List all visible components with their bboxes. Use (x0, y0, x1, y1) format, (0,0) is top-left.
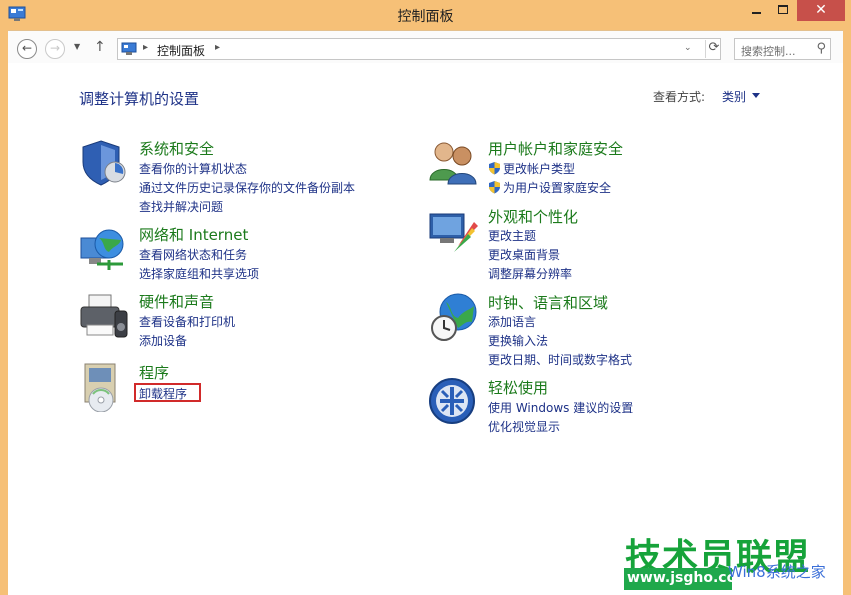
link-screen-resolution[interactable]: 调整屏幕分辨率 (488, 265, 572, 282)
content-area: 调整计算机的设置 查看方式: 类别 系统和安全 查看你的计算机状态 通过文件历史… (8, 63, 843, 595)
search-icon[interactable]: ⚲ (816, 41, 826, 56)
ease-of-access-icon[interactable] (428, 377, 478, 427)
uac-shield-icon (489, 181, 500, 194)
network-internet-icon[interactable] (79, 224, 129, 274)
category-title[interactable]: 用户帐户和家庭安全 (488, 138, 623, 159)
category-title[interactable]: 系统和安全 (139, 138, 214, 159)
title-bar[interactable]: 控制面板 ✕ (0, 0, 851, 30)
close-button[interactable]: ✕ (797, 0, 845, 21)
search-box[interactable]: 搜索控制... ⚲ (734, 38, 831, 60)
category-hardware-sound: 硬件和声音 查看设备和打印机 添加设备 (79, 291, 399, 351)
maximize-icon (778, 5, 788, 14)
view-by-dropdown[interactable]: 类别 (722, 88, 746, 105)
category-title[interactable]: 网络和 Internet (139, 224, 248, 245)
category-title[interactable]: 外观和个性化 (488, 206, 578, 227)
breadcrumb-control-panel[interactable]: 控制面板 (157, 42, 205, 59)
refresh-button[interactable]: ⟳ (705, 40, 722, 58)
hardware-sound-icon[interactable] (79, 291, 129, 341)
category-title[interactable]: 硬件和声音 (139, 291, 214, 312)
view-by-label: 查看方式: (653, 90, 706, 104)
minimize-button[interactable] (742, 0, 770, 21)
recent-locations-icon[interactable]: ▼ (74, 42, 80, 51)
breadcrumb-separator-icon[interactable]: ▸ (215, 42, 220, 53)
category-appearance: 外观和个性化 更改主题 更改桌面背景 调整屏幕分辨率 (428, 206, 748, 286)
link-network-status[interactable]: 查看网络状态和任务 (139, 246, 247, 263)
control-panel-window: 控制面板 ✕ ← → ▼ ↑ ▸ 控制面板 ▸ ⌄ ⟳ 搜索控制... ⚲ 调整… (0, 0, 851, 595)
search-placeholder: 搜索控制... (741, 45, 796, 58)
uac-shield-icon (489, 162, 500, 175)
category-network-internet: 网络和 Internet 查看网络状态和任务 选择家庭组和共享选项 (79, 224, 399, 284)
category-title[interactable]: 程序 (139, 362, 169, 383)
system-security-icon[interactable] (79, 138, 129, 188)
navigation-bar: ← → ▼ ↑ ▸ 控制面板 ▸ ⌄ ⟳ 搜索控制... ⚲ (8, 30, 843, 63)
clock-language-icon[interactable] (428, 292, 478, 342)
link-change-input-method[interactable]: 更换输入法 (488, 332, 548, 349)
maximize-button[interactable] (770, 0, 797, 21)
category-system-security: 系统和安全 查看你的计算机状态 通过文件历史记录保存你的文件备份副本 查找并解决… (79, 138, 399, 218)
category-user-accounts: 用户帐户和家庭安全 更改帐户类型 为用户设置家庭安全 (428, 138, 748, 198)
page-heading: 调整计算机的设置 (79, 90, 200, 108)
category-title[interactable]: 时钟、语言和区域 (488, 292, 608, 313)
highlight-box (134, 383, 201, 402)
programs-icon[interactable] (79, 362, 129, 412)
link-family-safety[interactable]: 为用户设置家庭安全 (503, 179, 611, 196)
link-recommended-settings[interactable]: 使用 Windows 建议的设置 (488, 399, 633, 416)
watermark: 技术员联盟 www.jsgho.com Win8系统之家 (617, 528, 851, 595)
breadcrumb-separator-icon[interactable]: ▸ (143, 42, 148, 53)
link-desktop-background[interactable]: 更改桌面背景 (488, 246, 560, 263)
close-icon: ✕ (815, 2, 827, 18)
category-clock-language-region: 时钟、语言和区域 添加语言 更换输入法 更改日期、时间或数字格式 (428, 292, 748, 372)
view-by-arrow-icon[interactable] (752, 93, 760, 98)
link-view-computer-status[interactable]: 查看你的计算机状态 (139, 160, 247, 177)
control-panel-icon (121, 42, 137, 55)
address-bar[interactable]: ▸ 控制面板 ▸ ⌄ ⟳ (117, 38, 721, 60)
category-ease-of-access: 轻松使用 使用 Windows 建议的设置 优化视觉显示 (428, 377, 748, 437)
link-add-language[interactable]: 添加语言 (488, 313, 536, 330)
link-optimize-visual-display[interactable]: 优化视觉显示 (488, 418, 560, 435)
back-button[interactable]: ← (17, 39, 37, 59)
up-button[interactable]: ↑ (94, 39, 106, 55)
link-devices-printers[interactable]: 查看设备和打印机 (139, 313, 235, 330)
category-title[interactable]: 轻松使用 (488, 377, 548, 398)
category-programs: 程序 卸载程序 (79, 362, 399, 412)
link-file-history-backup[interactable]: 通过文件历史记录保存你的文件备份副本 (139, 179, 355, 196)
link-change-theme[interactable]: 更改主题 (488, 227, 536, 244)
link-homegroup-sharing[interactable]: 选择家庭组和共享选项 (139, 265, 259, 282)
link-troubleshoot[interactable]: 查找并解决问题 (139, 198, 223, 215)
appearance-icon[interactable] (428, 206, 478, 256)
minimize-icon (752, 12, 761, 14)
link-date-time-format[interactable]: 更改日期、时间或数字格式 (488, 351, 632, 368)
watermark-overlay-text: Win8系统之家 (728, 563, 826, 581)
link-change-account-type[interactable]: 更改帐户类型 (503, 160, 575, 177)
link-add-device[interactable]: 添加设备 (139, 332, 187, 349)
forward-button[interactable]: → (45, 39, 65, 59)
window-title: 控制面板 (397, 9, 454, 25)
address-dropdown-icon[interactable]: ⌄ (684, 43, 692, 53)
user-accounts-icon[interactable] (428, 138, 478, 188)
